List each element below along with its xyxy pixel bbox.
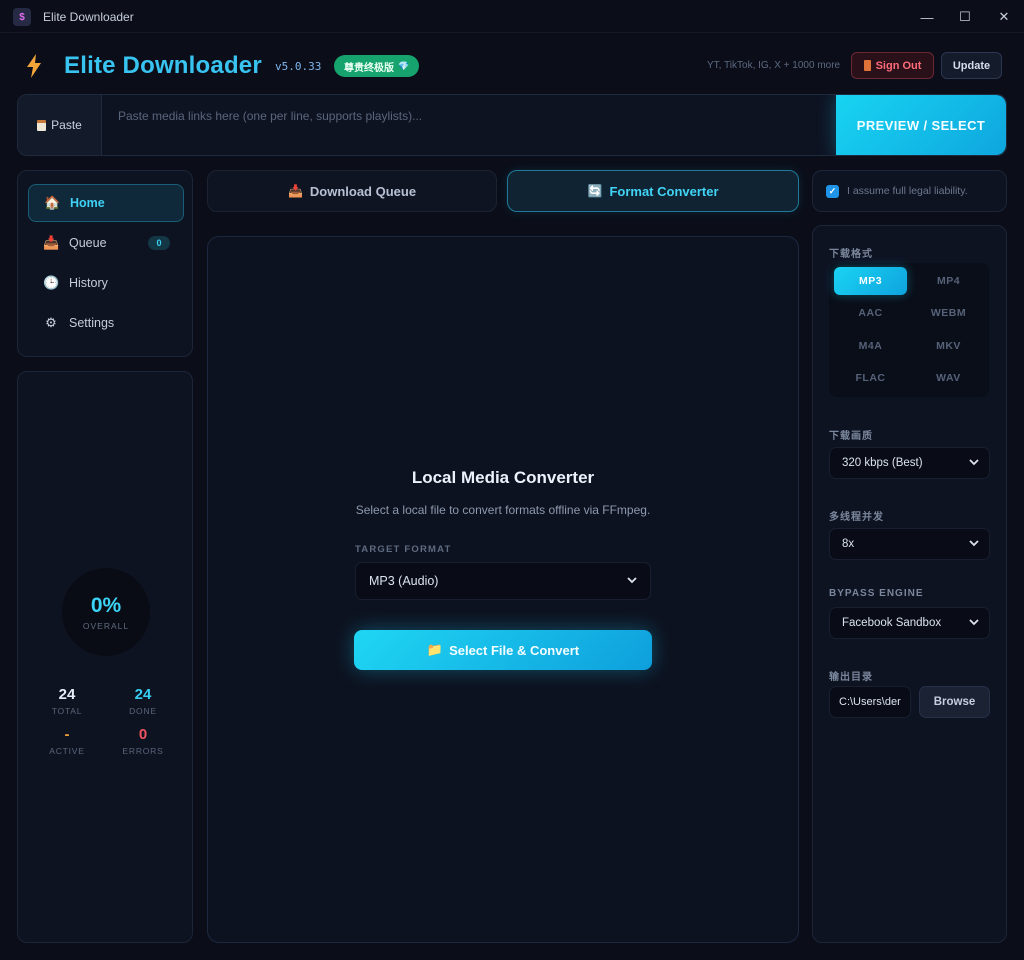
sidebar-item-queue[interactable]: 📥 Queue 0: [28, 224, 184, 262]
sign-out-label: Sign Out: [875, 59, 922, 72]
bypass-engine-value: Facebook Sandbox: [842, 617, 942, 629]
bolt-icon: [26, 54, 42, 84]
stat-active: - ACTIVE: [37, 726, 97, 756]
format-option-mkv[interactable]: MKV: [912, 332, 985, 360]
sidebar-nav: 🏠 Home 📥 Queue 0 🕒 History ⚙ Settings: [17, 170, 193, 357]
stat-total: 24 TOTAL: [37, 686, 97, 716]
stats-panel: 0% OVERALL 24 TOTAL 24 DONE - ACTIVE 0 E…: [17, 371, 193, 943]
stat-total-label: TOTAL: [51, 706, 83, 716]
app-icon: $: [13, 8, 31, 26]
sidebar-item-history[interactable]: 🕒 History: [28, 264, 184, 302]
stat-done: 24 DONE: [113, 686, 173, 716]
converter-panel: Local Media Converter Select a local fil…: [207, 236, 799, 943]
target-format-value: MP3 (Audio): [369, 574, 439, 588]
overall-progress-label: OVERALL: [82, 620, 130, 631]
threads-select[interactable]: 8x: [829, 528, 990, 560]
clock-icon: 🕒: [43, 275, 60, 290]
target-format-label: TARGET FORMAT: [355, 544, 452, 555]
tab-download-queue[interactable]: 📥 Download Queue: [207, 170, 497, 212]
sidebar-item-label: History: [69, 276, 108, 290]
format-label: 下载格式: [829, 249, 873, 260]
converter-title: Local Media Converter: [411, 468, 595, 487]
update-button[interactable]: Update: [941, 52, 1002, 79]
paste-bar: Paste Paste media links here (one per li…: [17, 94, 1007, 156]
stat-active-value: -: [64, 726, 70, 743]
quality-label: 下载画质: [829, 431, 873, 442]
stat-errors-value: 0: [138, 726, 148, 743]
format-option-mp4[interactable]: MP4: [912, 267, 985, 295]
chevron-down-icon: [969, 458, 979, 469]
gear-icon: ⚙: [45, 315, 57, 330]
format-grid: MP3 MP4 AAC WEBM M4A MKV FLAC WAV: [829, 263, 989, 397]
browse-button[interactable]: Browse: [919, 686, 990, 718]
refresh-icon: 🔄: [587, 184, 603, 198]
stat-errors: 0 ERRORS: [113, 726, 173, 756]
output-dir-input[interactable]: C:\Users\der: [829, 686, 911, 718]
sidebar-item-settings[interactable]: ⚙ Settings: [28, 304, 184, 342]
tab-label: Download Queue: [309, 183, 417, 199]
format-option-webm[interactable]: WEBM: [912, 299, 985, 327]
tab-label: Format Converter: [609, 183, 719, 199]
paste-button[interactable]: Paste: [18, 95, 102, 155]
format-option-mp3[interactable]: MP3: [834, 267, 907, 295]
threads-label: 多线程并发: [829, 512, 884, 523]
sidebar-item-label: Settings: [69, 316, 115, 330]
window-titlebar: [0, 0, 1024, 33]
paste-label: Paste: [51, 118, 82, 132]
format-option-wav[interactable]: WAV: [912, 364, 985, 392]
bypass-engine-select[interactable]: Facebook Sandbox: [829, 607, 990, 639]
window-title: Elite Downloader: [43, 10, 134, 24]
legal-checkbox[interactable]: ✓: [826, 184, 839, 198]
format-option-m4a[interactable]: M4A: [834, 332, 907, 360]
stat-errors-label: ERRORS: [122, 746, 164, 756]
threads-value: 8x: [842, 538, 855, 550]
bypass-engine-label: BYPASS ENGINE: [829, 588, 924, 599]
convert-button-label: Select File & Convert: [449, 642, 580, 658]
chevron-down-icon: [627, 576, 637, 587]
stat-done-value: 24: [134, 686, 152, 703]
overall-progress-value: 0%: [90, 593, 122, 617]
close-button[interactable]: ✕: [988, 6, 1020, 28]
quality-select[interactable]: 320 kbps (Best): [829, 447, 990, 479]
edition-badge: 尊贵终极版 💎: [334, 55, 420, 77]
links-input[interactable]: Paste media links here (one per line, su…: [118, 109, 818, 123]
settings-panel: 下载格式 MP3 MP4 AAC WEBM M4A MKV FLAC WAV 下…: [812, 225, 1007, 943]
converter-description: Select a local file to convert formats o…: [355, 503, 651, 517]
queue-count-badge: 0: [148, 236, 170, 250]
stat-active-label: ACTIVE: [49, 746, 85, 756]
overall-progress-ring: 0% OVERALL: [62, 568, 150, 656]
quality-value: 320 kbps (Best): [842, 457, 923, 469]
legal-consent-label: I assume full legal liability.: [847, 185, 968, 197]
sidebar-item-label: Queue: [69, 236, 107, 250]
tab-format-converter[interactable]: 🔄 Format Converter: [507, 170, 799, 212]
legal-consent: ✓ I assume full legal liability.: [812, 170, 1007, 212]
preview-select-button[interactable]: PREVIEW / SELECT: [836, 95, 1006, 155]
door-icon: [863, 60, 871, 71]
format-option-aac[interactable]: AAC: [834, 299, 907, 327]
edition-label: 尊贵终极版: [344, 62, 394, 74]
format-option-flac[interactable]: FLAC: [834, 364, 907, 392]
home-icon: 🏠: [44, 195, 61, 210]
supported-platforms: YT, TikTok, IG, X + 1000 more: [707, 60, 841, 71]
select-file-convert-button[interactable]: 📁 Select File & Convert: [354, 630, 652, 670]
maximize-button[interactable]: ☐: [949, 6, 981, 28]
brand-name: Elite Downloader: [64, 52, 262, 79]
version-label: v5.0.33: [275, 60, 322, 73]
stat-total-value: 24: [58, 686, 76, 703]
inbox-icon: 📥: [43, 235, 60, 250]
sidebar-item-label: Home: [70, 196, 105, 210]
folder-icon: 📁: [426, 642, 444, 657]
stat-done-label: DONE: [129, 706, 157, 716]
diamond-icon: 💎: [398, 60, 410, 71]
sign-out-button[interactable]: Sign Out: [851, 52, 934, 79]
sidebar-item-home[interactable]: 🏠 Home: [28, 184, 184, 222]
chevron-down-icon: [969, 539, 979, 550]
target-format-select[interactable]: MP3 (Audio): [355, 562, 651, 600]
minimize-button[interactable]: —: [911, 6, 943, 28]
chevron-down-icon: [969, 618, 979, 629]
inbox-icon: 📥: [287, 184, 303, 198]
clipboard-icon: [37, 119, 47, 131]
output-dir-label: 输出目录: [829, 672, 873, 683]
